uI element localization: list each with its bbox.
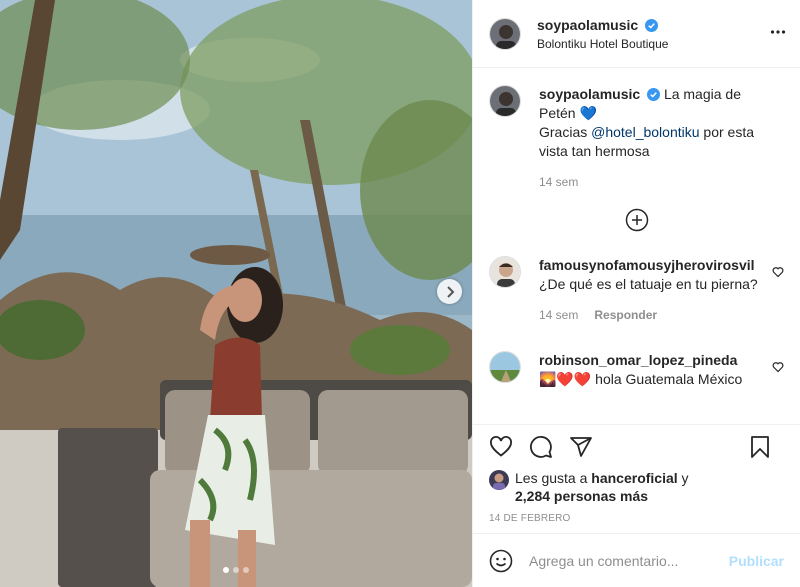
action-bar <box>473 425 800 469</box>
likes-summary: Les gusta a hanceroficial y 2,284 person… <box>473 469 800 507</box>
liker-username[interactable]: hanceroficial <box>591 470 677 486</box>
caption: soypaolamusic La magia de Petén 💙 Gracia… <box>489 85 784 192</box>
load-more-button[interactable] <box>625 208 649 232</box>
emoji-button[interactable] <box>489 549 513 573</box>
emoji-icon <box>489 549 513 572</box>
lakeside-photo <box>0 0 472 587</box>
share-icon <box>570 437 592 457</box>
verified-icon <box>645 18 659 32</box>
plus-circle-icon <box>625 208 648 232</box>
reply-button[interactable]: Responder <box>594 306 657 325</box>
carousel-dot-active <box>223 567 229 573</box>
comment-username[interactable]: robinson_omar_lopez_pineda <box>539 352 737 368</box>
comment-icon <box>530 436 552 458</box>
chevron-right-icon <box>446 285 454 298</box>
add-comment-bar: Publicar <box>473 533 800 587</box>
comment-item: robinson_omar_lopez_pineda 🌄❤️❤️ hola Gu… <box>489 351 784 389</box>
author-username[interactable]: soypaolamusic <box>537 17 638 33</box>
comment-input[interactable] <box>529 552 729 569</box>
more-icon <box>770 30 786 34</box>
instagram-post: soypaolamusic Bolontiku Hotel Boutique s… <box>0 0 800 587</box>
verified-icon <box>647 88 661 101</box>
caption-text: soypaolamusic La magia de Petén 💙 Gracia… <box>539 85 775 161</box>
heart-icon <box>772 362 784 373</box>
author-avatar[interactable] <box>489 85 521 117</box>
post-location[interactable]: Bolontiku Hotel Boutique <box>537 37 668 51</box>
carousel-dot <box>233 567 239 573</box>
comment-button[interactable] <box>529 435 553 459</box>
post-photo[interactable] <box>0 0 472 587</box>
save-icon <box>751 436 769 458</box>
load-more-comments <box>489 208 784 232</box>
commenter-avatar[interactable] <box>489 351 521 383</box>
comment-item: famousynofamousyjherovirosvil ¿De qué es… <box>489 256 784 325</box>
comment-username[interactable]: famousynofamousyjherovirosvil <box>539 257 755 273</box>
publish-button[interactable]: Publicar <box>729 553 784 569</box>
more-options-button[interactable] <box>770 24 786 43</box>
carousel-indicator <box>0 567 472 573</box>
commenter-avatar[interactable] <box>489 256 521 288</box>
post-actions-area: Les gusta a hanceroficial y 2,284 person… <box>473 424 800 535</box>
author-avatar[interactable] <box>489 17 521 50</box>
caption-username[interactable]: soypaolamusic <box>539 86 640 102</box>
comment-text: 🌄❤️❤️ hola Guatemala México <box>539 371 743 387</box>
like-comment-button[interactable] <box>772 265 784 281</box>
share-button[interactable] <box>569 435 593 459</box>
likes-count[interactable]: 2,284 personas más <box>515 488 648 504</box>
comment-text: ¿De qué es el tatuaje en tu pierna? <box>539 276 758 292</box>
caption-line2: Gracias <box>539 124 592 140</box>
heart-icon <box>772 267 784 278</box>
liker-avatar[interactable] <box>489 470 509 490</box>
comment-time[interactable]: 14 sem <box>539 306 578 325</box>
save-button[interactable] <box>748 435 772 459</box>
like-comment-button[interactable] <box>772 360 784 376</box>
post-side-panel: soypaolamusic Bolontiku Hotel Boutique s… <box>472 0 800 587</box>
next-photo-button[interactable] <box>437 279 462 304</box>
mention-link[interactable]: @hotel_bolontiku <box>591 124 699 140</box>
caption-time[interactable]: 14 sem <box>539 173 578 192</box>
post-header: soypaolamusic Bolontiku Hotel Boutique <box>473 0 800 68</box>
heart-icon <box>490 436 512 457</box>
comments-list[interactable]: soypaolamusic La magia de Petén 💙 Gracia… <box>473 69 800 424</box>
like-button[interactable] <box>489 435 513 459</box>
likes-prefix: Les gusta a <box>515 470 592 486</box>
carousel-dot <box>243 567 249 573</box>
likes-connector: y <box>677 470 689 486</box>
post-date[interactable]: 14 DE FEBRERO <box>473 507 800 535</box>
